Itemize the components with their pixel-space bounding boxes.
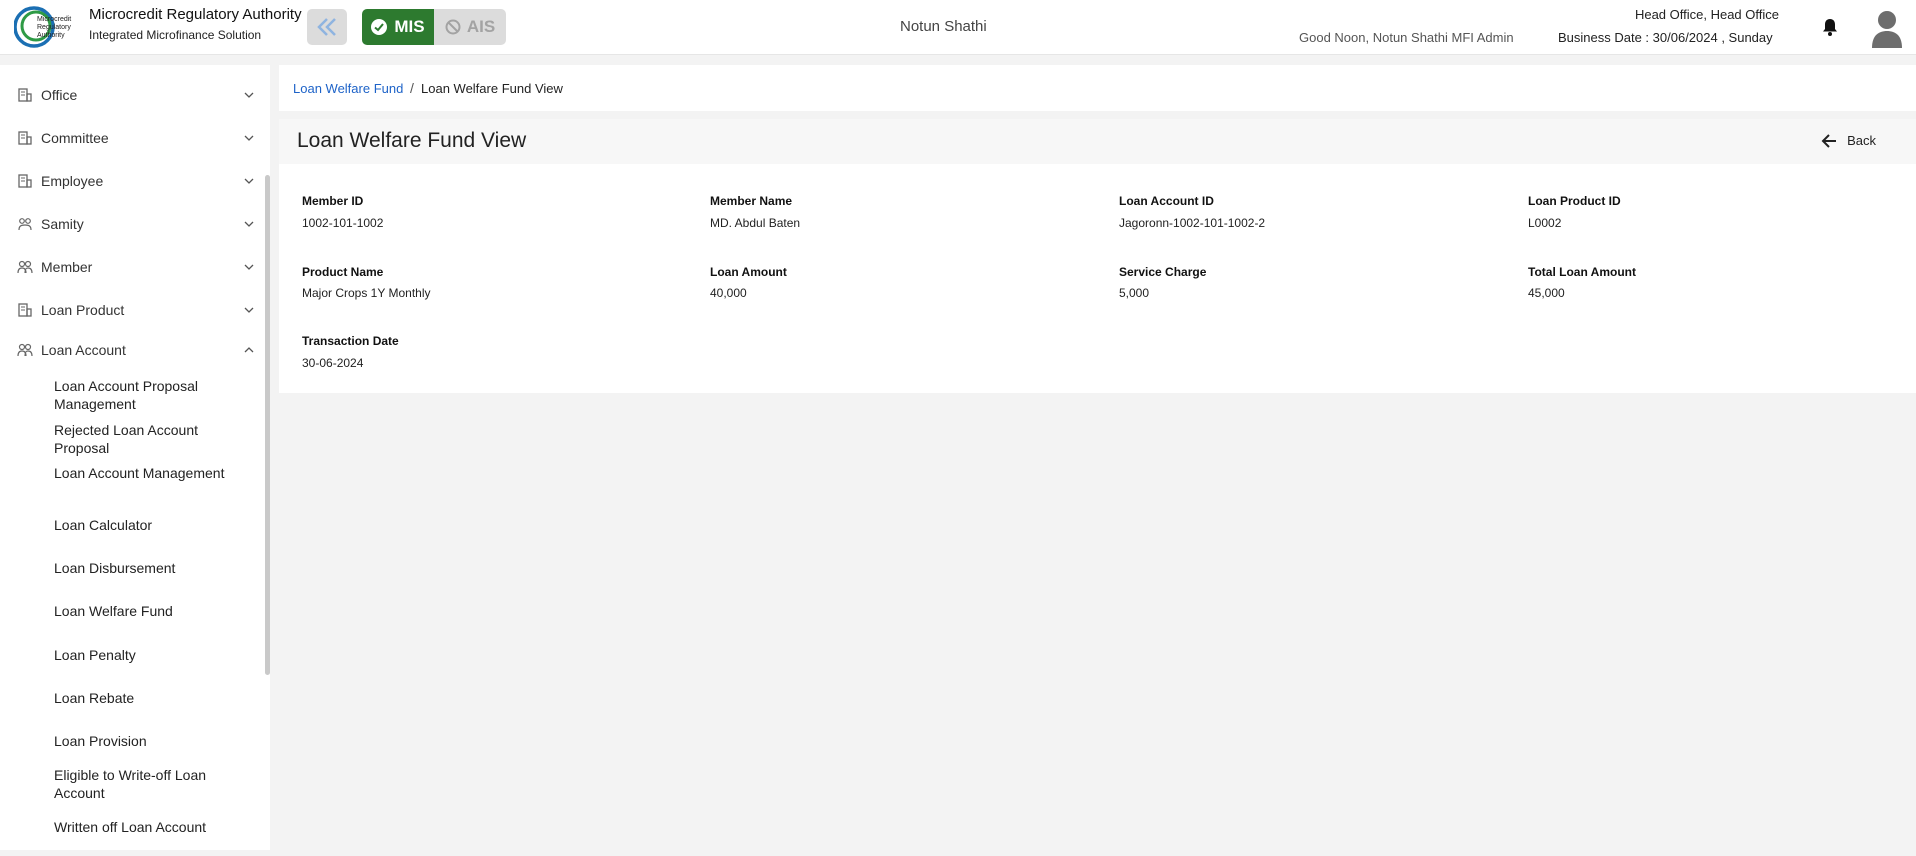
sidebar-subitem-loan-calculator[interactable]: Loan Calculator: [54, 516, 254, 534]
chevron-down-icon: [244, 92, 254, 98]
building-icon: [18, 174, 32, 188]
breadcrumb-separator: /: [410, 80, 414, 96]
total-loan-amount-label: Total Loan Amount: [1528, 265, 1636, 279]
loan-product-id-value: L0002: [1528, 216, 1562, 230]
back-label: Back: [1847, 133, 1876, 148]
chevron-down-icon: [244, 307, 254, 313]
mis-label: MIS: [394, 17, 425, 36]
sidebar-subitem-loan-provision[interactable]: Loan Provision: [54, 732, 254, 750]
sidebar-subitem-loan-disbursement[interactable]: Loan Disbursement: [54, 559, 254, 577]
sidebar: Office Committee Employee Samity Member …: [0, 65, 270, 850]
loan-account-id-value: Jagoronn-1002-101-1002-2: [1119, 216, 1266, 230]
loan-amount-label: Loan Amount: [710, 265, 787, 279]
sidebar-item-member[interactable]: Member: [0, 249, 262, 285]
business-date: Business Date : 30/06/2024 , Sunday: [1558, 30, 1773, 45]
sidebar-subitem-eligible-to-write-off[interactable]: Eligible to Write-off Loan Account: [54, 766, 254, 802]
brand-title: Microcredit Regulatory Authority: [89, 6, 302, 23]
logo-text-3: Authority: [37, 32, 65, 39]
top-header: Microcredit Regulatory Authority Microcr…: [0, 0, 1916, 55]
breadcrumb: Loan Welfare Fund / Loan Welfare Fund Vi…: [279, 65, 1916, 111]
breadcrumb-link-loan-welfare-fund[interactable]: Loan Welfare Fund: [293, 81, 403, 96]
ban-icon: [445, 19, 461, 35]
sidebar-subitem-written-off-loan-account[interactable]: Written off Loan Account: [54, 818, 254, 836]
member-name-label: Member Name: [710, 194, 793, 208]
sidebar-item-loan-account[interactable]: Loan Account: [0, 332, 262, 368]
greeting-text: Good Noon, Notun Shathi MFI Admin: [1299, 30, 1514, 45]
member-id-label: Member ID: [302, 194, 364, 208]
sidebar-item-committee[interactable]: Committee: [0, 120, 262, 156]
user-avatar-icon[interactable]: [1870, 8, 1904, 48]
logo-text-2: Regulatory: [37, 24, 71, 31]
ais-mode-button[interactable]: AIS: [434, 9, 506, 45]
details-card: Loan Welfare Fund View Back Member ID 10…: [279, 119, 1916, 393]
total-loan-amount-value: 45,000: [1528, 286, 1565, 300]
logo-text-1: Microcredit: [37, 16, 71, 23]
sidebar-scrollbar[interactable]: [265, 175, 270, 675]
loan-amount-value: 40,000: [710, 286, 747, 300]
organization-name: Notun Shathi: [900, 18, 987, 35]
breadcrumb-current: Loan Welfare Fund View: [421, 81, 563, 96]
service-charge-label: Service Charge: [1119, 265, 1207, 279]
sidebar-subitem-loan-welfare-fund[interactable]: Loan Welfare Fund: [54, 602, 254, 620]
sidebar-item-employee[interactable]: Employee: [0, 163, 262, 199]
group-icon: [18, 218, 32, 231]
member-name-value: MD. Abdul Baten: [710, 216, 801, 230]
building-icon: [18, 303, 32, 317]
sidebar-item-label: Employee: [41, 173, 104, 189]
sidebar-item-label: Member: [41, 259, 93, 275]
transaction-date-value: 30-06-2024: [302, 356, 364, 370]
double-chevron-left-icon: [317, 18, 336, 36]
office-name: Head Office, Head Office: [1634, 7, 1779, 22]
sidebar-item-label: Samity: [41, 216, 84, 232]
sidebar-subitem-loan-account-proposal-management[interactable]: Loan Account Proposal Management: [54, 377, 254, 413]
chevron-up-icon: [244, 347, 254, 353]
sidebar-collapse-button[interactable]: [307, 9, 347, 45]
back-button[interactable]: Back: [1821, 133, 1876, 148]
loan-account-id-label: Loan Account ID: [1119, 194, 1214, 208]
sidebar-subitem-loan-rebate[interactable]: Loan Rebate: [54, 689, 254, 707]
chevron-down-icon: [244, 135, 254, 141]
sidebar-subitem-loan-account-management[interactable]: Loan Account Management: [54, 464, 254, 482]
chevron-down-icon: [244, 178, 254, 184]
building-icon: [18, 88, 32, 102]
brand-subtitle: Integrated Microfinance Solution: [89, 28, 262, 42]
sidebar-item-loan-product[interactable]: Loan Product: [0, 292, 262, 328]
product-name-label: Product Name: [302, 265, 384, 279]
sidebar-item-samity[interactable]: Samity: [0, 206, 262, 242]
service-charge-value: 5,000: [1119, 286, 1150, 300]
sidebar-item-label: Loan Product: [41, 302, 125, 318]
notification-bell-icon[interactable]: [1820, 17, 1840, 37]
sidebar-item-label: Loan Account: [41, 342, 126, 358]
card-header: Loan Welfare Fund View Back: [279, 119, 1916, 164]
check-circle-icon: [371, 19, 388, 35]
loan-product-id-label: Loan Product ID: [1528, 194, 1621, 208]
ais-label: AIS: [466, 17, 496, 36]
arrow-left-icon: [1821, 133, 1837, 148]
users-icon: [17, 260, 33, 274]
chevron-down-icon: [244, 264, 254, 270]
users-icon: [17, 343, 33, 357]
sidebar-item-label: Committee: [41, 130, 109, 146]
product-name-value: Major Crops 1Y Monthly: [302, 286, 431, 300]
mra-logo: Microcredit Regulatory Authority: [14, 6, 71, 48]
mis-mode-button[interactable]: MIS: [362, 9, 434, 45]
page-title: Loan Welfare Fund View: [297, 129, 527, 152]
sidebar-subitem-rejected-loan-account-proposal[interactable]: Rejected Loan Account Proposal: [54, 421, 254, 457]
sidebar-subitem-loan-penalty[interactable]: Loan Penalty: [54, 646, 254, 664]
transaction-date-label: Transaction Date: [302, 334, 399, 348]
sidebar-item-label: Office: [41, 87, 78, 103]
mode-toggle: MIS AIS: [362, 9, 506, 45]
chevron-down-icon: [244, 221, 254, 227]
sidebar-item-office[interactable]: Office: [0, 77, 262, 113]
member-id-value: 1002-101-1002: [302, 216, 384, 230]
building-icon: [18, 131, 32, 145]
